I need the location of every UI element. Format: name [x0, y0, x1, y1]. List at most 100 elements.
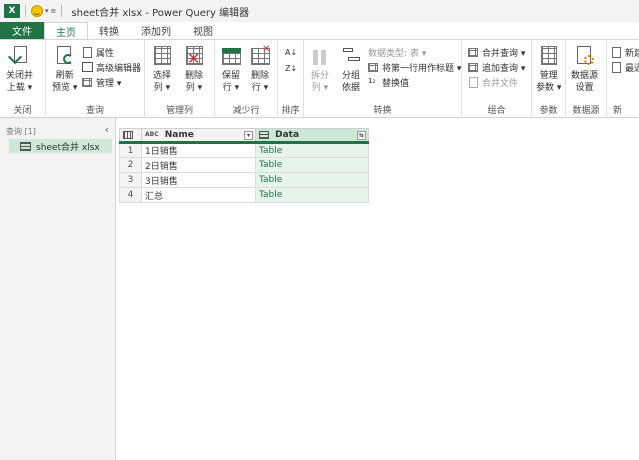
- filter-dropdown-icon[interactable]: ▾: [244, 131, 253, 140]
- new-source-label: 新建: [625, 49, 639, 59]
- group-label-parameters: 参数: [539, 106, 558, 116]
- collapse-pane-icon[interactable]: ‹: [105, 123, 109, 136]
- sort-descending-button[interactable]: Z↓: [285, 62, 297, 75]
- keep-rows-label: 保留: [221, 71, 240, 81]
- group-label-manage-columns: 管理列: [165, 106, 193, 116]
- replace-values-icon: 1₂: [368, 77, 376, 85]
- data-table-link[interactable]: Table: [255, 187, 369, 203]
- remove-columns-icon: ✕: [183, 44, 205, 68]
- column-header-data-label: Data: [275, 130, 300, 140]
- recent-source-button[interactable]: 最近: [611, 61, 639, 74]
- group-combine: 合并查询 ▾ 追加查询 ▾ 合并文件 组合: [462, 40, 532, 118]
- table-icon: [20, 141, 31, 151]
- remove-rows-icon: ✕: [249, 44, 271, 68]
- table-header-icon: [368, 62, 379, 73]
- name-cell[interactable]: 1日销售: [141, 142, 256, 158]
- table-type-icon[interactable]: [259, 130, 269, 139]
- merge-queries-button[interactable]: 合并查询 ▾: [468, 46, 525, 59]
- sort-descending-icon: Z↓: [285, 64, 298, 73]
- replace-values-button[interactable]: 1₂ 替换值: [368, 76, 409, 89]
- quick-access-customize-icon[interactable]: ≡: [51, 7, 57, 15]
- tab-transform[interactable]: 转换: [88, 22, 130, 39]
- group-by-button[interactable]: 分组 依据: [340, 44, 362, 94]
- group-label-transform: 转换: [373, 106, 392, 116]
- use-first-row-as-headers-button[interactable]: 将第一行用作标题 ▾: [368, 61, 461, 74]
- replace-values-label: 替换值: [382, 79, 410, 89]
- group-query: 刷新 预览 ▾ 属性 高级编辑器 管理 ▾ 查询: [46, 40, 145, 118]
- group-sort: A↓ Z↓ 排序: [278, 40, 304, 118]
- chevron-down-icon[interactable]: ▾: [45, 7, 49, 15]
- column-header-data[interactable]: Data ⇆: [255, 128, 369, 144]
- table-menu-button[interactable]: [119, 128, 142, 144]
- properties-button[interactable]: 属性: [82, 46, 114, 59]
- close-and-load-label: 关闭并: [6, 71, 34, 81]
- sort-ascending-button[interactable]: A↓: [285, 46, 297, 59]
- tab-view[interactable]: 视图: [182, 22, 224, 39]
- close-and-load-label-2: 上载 ▾: [6, 83, 33, 93]
- queries-pane: 查询 [1] ‹ sheet合并 xlsx: [0, 118, 116, 460]
- expand-column-icon[interactable]: ⇆: [357, 131, 366, 140]
- choose-columns-label-2: 列 ▾: [153, 83, 171, 93]
- recent-source-label: 最近: [625, 64, 639, 74]
- name-cell[interactable]: 2日销售: [141, 157, 256, 173]
- refresh-icon: [54, 44, 76, 68]
- group-label-query: 查询: [85, 106, 104, 116]
- data-table-link[interactable]: Table: [255, 172, 369, 188]
- split-column-label: 拆分: [310, 71, 329, 81]
- name-cell[interactable]: 汇总: [141, 187, 256, 203]
- smiley-feedback-icon[interactable]: [31, 5, 43, 17]
- manage-label: 管理 ▾: [96, 79, 122, 89]
- choose-columns-button[interactable]: 选择 列 ▾: [151, 44, 173, 94]
- data-type-dropdown[interactable]: 数据类型: 表 ▾: [368, 46, 426, 59]
- choose-columns-label: 选择: [152, 71, 171, 81]
- data-table-link[interactable]: Table: [255, 142, 369, 158]
- column-header-name[interactable]: ABC Name ▾: [141, 128, 256, 144]
- append-queries-button[interactable]: 追加查询 ▾: [468, 61, 525, 74]
- group-data-source: 数据源 设置 数据源: [566, 40, 607, 118]
- group-close: 关闭并 上载 ▾ 关闭: [0, 40, 46, 118]
- remove-rows-button[interactable]: ✕ 删除 行 ▾: [249, 44, 271, 94]
- keep-rows-button[interactable]: 保留 行 ▾: [220, 44, 242, 94]
- remove-rows-label-2: 行 ▾: [251, 83, 269, 93]
- append-queries-label: 追加查询 ▾: [482, 64, 526, 74]
- text-type-icon[interactable]: ABC: [145, 131, 159, 138]
- manage-button[interactable]: 管理 ▾: [82, 76, 121, 89]
- combine-files-label: 合并文件: [482, 79, 519, 89]
- data-source-settings-icon: [574, 44, 596, 68]
- data-grid: ABC Name ▾ Data ⇆ 1 1日销售 Table 2 2日销售 Ta…: [119, 128, 369, 203]
- append-queries-icon: [468, 62, 479, 73]
- queries-pane-header: 查询 [1]: [6, 127, 36, 136]
- table-row: 3 3日销售 Table: [119, 172, 369, 188]
- tab-add-column[interactable]: 添加列: [130, 22, 182, 39]
- advanced-editor-button[interactable]: 高级编辑器: [82, 61, 141, 74]
- row-number: 2: [119, 157, 142, 173]
- window-title: sheet合并 xlsx - Power Query 编辑器: [71, 7, 250, 19]
- tab-file[interactable]: 文件: [0, 22, 44, 39]
- data-table-link[interactable]: Table: [255, 157, 369, 173]
- data-preview: ABC Name ▾ Data ⇆ 1 1日销售 Table 2 2日销售 Ta…: [117, 118, 639, 460]
- split-column-button[interactable]: 拆分 列 ▾: [309, 44, 331, 94]
- manage-parameters-button[interactable]: 管理 参数 ▾: [536, 44, 561, 94]
- name-cell[interactable]: 3日销售: [141, 172, 256, 188]
- titlebar-divider: [61, 5, 63, 17]
- data-source-settings-label-2: 设置: [575, 83, 594, 93]
- parameters-icon: [538, 44, 560, 68]
- table-row: 2 2日销售 Table: [119, 157, 369, 173]
- query-item[interactable]: sheet合并 xlsx: [9, 139, 112, 153]
- close-and-load-button[interactable]: 关闭并 上载 ▾: [6, 44, 33, 94]
- excel-app-icon[interactable]: X: [4, 4, 20, 18]
- row-number: 3: [119, 172, 142, 188]
- remove-rows-label: 删除: [250, 71, 269, 81]
- data-type-label: 数据类型: 表 ▾: [368, 49, 427, 59]
- data-source-settings-button[interactable]: 数据源 设置: [571, 44, 598, 94]
- combine-files-button[interactable]: 合并文件: [468, 76, 518, 89]
- remove-columns-button[interactable]: ✕ 删除 列 ▾: [183, 44, 205, 94]
- tab-home[interactable]: 主页: [44, 22, 88, 39]
- group-label-data-source: 数据源: [572, 106, 600, 116]
- title-bar: X ▾ ≡ sheet合并 xlsx - Power Query 编辑器: [0, 0, 639, 22]
- new-source-button[interactable]: 新建: [611, 46, 639, 59]
- remove-columns-label-2: 列 ▾: [185, 83, 203, 93]
- ribbon-tabs: 文件 主页 转换 添加列 视图: [0, 22, 639, 39]
- refresh-preview-button[interactable]: 刷新 预览 ▾: [52, 44, 77, 94]
- manage-grid-icon: [82, 77, 93, 88]
